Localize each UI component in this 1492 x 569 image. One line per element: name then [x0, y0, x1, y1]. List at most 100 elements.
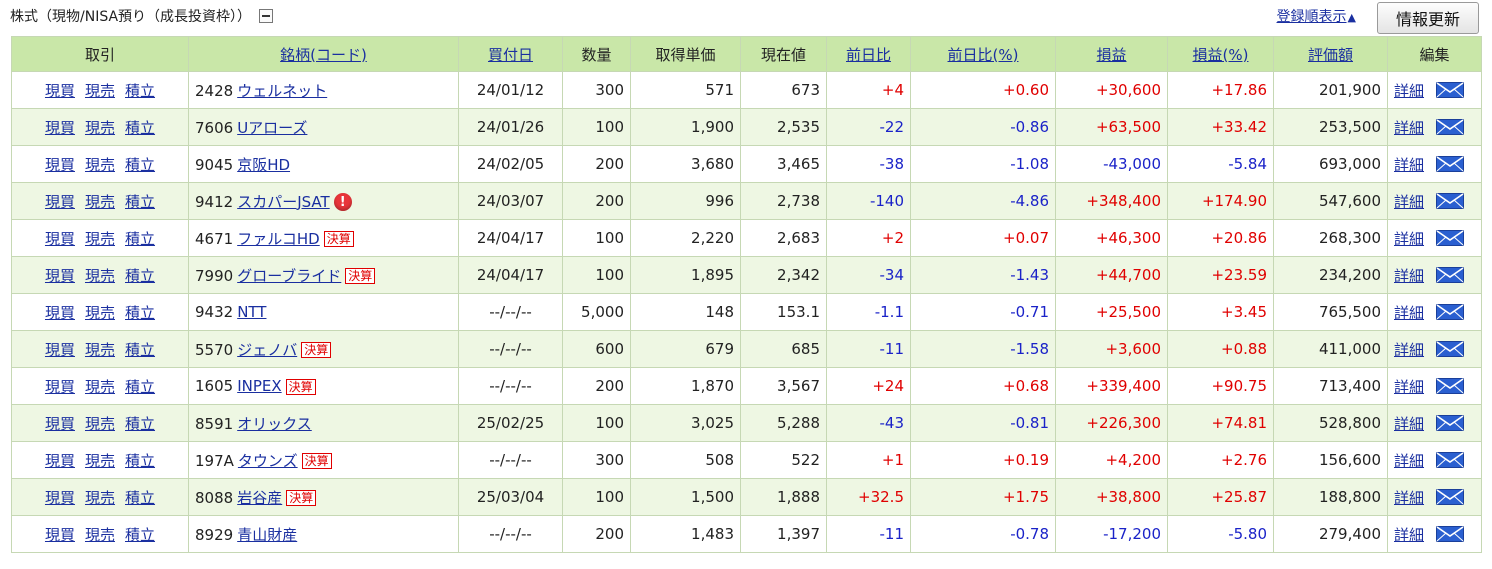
mail-icon[interactable]: [1436, 230, 1465, 246]
accumulate-link[interactable]: 積立: [125, 489, 155, 507]
accumulate-link[interactable]: 積立: [125, 193, 155, 211]
buy-link[interactable]: 現買: [45, 82, 75, 100]
stock-name-link[interactable]: ジェノバ: [237, 341, 297, 359]
detail-link[interactable]: 詳細: [1394, 193, 1424, 211]
detail-link[interactable]: 詳細: [1394, 119, 1424, 137]
sell-link[interactable]: 現売: [85, 452, 115, 470]
column-header-pl[interactable]: 損益: [1055, 36, 1168, 72]
detail-link[interactable]: 詳細: [1394, 156, 1424, 174]
mail-icon[interactable]: [1436, 526, 1465, 542]
detail-link[interactable]: 詳細: [1394, 378, 1424, 396]
stock-name-link[interactable]: Uアローズ: [237, 119, 307, 137]
stock-name-link[interactable]: 岩谷産: [237, 489, 282, 507]
buy-link[interactable]: 現買: [45, 341, 75, 359]
sort-value-link[interactable]: 評価額: [1308, 46, 1353, 64]
accumulate-link[interactable]: 積立: [125, 415, 155, 433]
accumulate-link[interactable]: 積立: [125, 304, 155, 322]
buy-link[interactable]: 現買: [45, 415, 75, 433]
mail-icon[interactable]: [1436, 119, 1465, 135]
sell-link[interactable]: 現売: [85, 230, 115, 248]
earnings-badge[interactable]: 決算: [301, 453, 332, 469]
detail-link[interactable]: 詳細: [1394, 489, 1424, 507]
mail-icon[interactable]: [1436, 378, 1465, 394]
refresh-button[interactable]: 情報更新: [1377, 2, 1479, 34]
accumulate-link[interactable]: 積立: [125, 526, 155, 544]
stock-name-link[interactable]: NTT: [237, 303, 266, 321]
sort-pl_pct-link[interactable]: 損益(%): [1193, 46, 1249, 64]
accumulate-link[interactable]: 積立: [125, 341, 155, 359]
buy-link[interactable]: 現買: [45, 193, 75, 211]
detail-link[interactable]: 詳細: [1394, 267, 1424, 285]
mail-icon[interactable]: [1436, 489, 1465, 505]
stock-name-link[interactable]: タウンズ: [238, 452, 298, 470]
buy-link[interactable]: 現買: [45, 526, 75, 544]
mail-icon[interactable]: [1436, 82, 1465, 98]
buy-link[interactable]: 現買: [45, 156, 75, 174]
detail-link[interactable]: 詳細: [1394, 82, 1424, 100]
detail-link[interactable]: 詳細: [1394, 526, 1424, 544]
detail-link[interactable]: 詳細: [1394, 230, 1424, 248]
earnings-badge[interactable]: 決算: [345, 268, 376, 284]
detail-link[interactable]: 詳細: [1394, 341, 1424, 359]
earnings-badge[interactable]: 決算: [301, 342, 332, 358]
column-header-name[interactable]: 銘柄(コード): [188, 36, 459, 72]
column-header-value[interactable]: 評価額: [1273, 36, 1388, 72]
mail-icon[interactable]: [1436, 156, 1465, 172]
accumulate-link[interactable]: 積立: [125, 230, 155, 248]
sell-link[interactable]: 現売: [85, 341, 115, 359]
stock-name-link[interactable]: 京阪HD: [237, 156, 290, 174]
stock-name-link[interactable]: オリックス: [237, 415, 312, 433]
sort-pl-link[interactable]: 損益: [1096, 46, 1126, 64]
alert-icon[interactable]: !: [333, 193, 352, 211]
sell-link[interactable]: 現売: [85, 156, 115, 174]
sort-chg-link[interactable]: 前日比: [846, 46, 891, 64]
collapse-toggle-button[interactable]: [259, 9, 274, 23]
mail-icon[interactable]: [1436, 267, 1465, 283]
buy-link[interactable]: 現買: [45, 378, 75, 396]
stock-name-link[interactable]: 青山財産: [237, 526, 297, 544]
column-header-chg[interactable]: 前日比: [826, 36, 911, 72]
buy-link[interactable]: 現買: [45, 489, 75, 507]
sell-link[interactable]: 現売: [85, 378, 115, 396]
buy-link[interactable]: 現買: [45, 452, 75, 470]
earnings-badge[interactable]: 決算: [285, 378, 316, 395]
stock-name-link[interactable]: ファルコHD: [237, 230, 320, 248]
column-header-date[interactable]: 買付日: [458, 36, 563, 72]
sell-link[interactable]: 現売: [85, 304, 115, 322]
accumulate-link[interactable]: 積立: [125, 82, 155, 100]
detail-link[interactable]: 詳細: [1394, 452, 1424, 470]
buy-link[interactable]: 現買: [45, 304, 75, 322]
sell-link[interactable]: 現売: [85, 489, 115, 507]
detail-link[interactable]: 詳細: [1394, 304, 1424, 322]
sort-chg_pct-link[interactable]: 前日比(%): [948, 46, 1019, 64]
buy-link[interactable]: 現買: [45, 230, 75, 248]
sell-link[interactable]: 現売: [85, 193, 115, 211]
buy-link[interactable]: 現買: [45, 119, 75, 137]
accumulate-link[interactable]: 積立: [125, 119, 155, 137]
stock-name-link[interactable]: グローブライド: [237, 267, 341, 285]
accumulate-link[interactable]: 積立: [125, 267, 155, 285]
accumulate-link[interactable]: 積立: [125, 378, 155, 396]
mail-icon[interactable]: [1436, 415, 1465, 431]
buy-link[interactable]: 現買: [45, 267, 75, 285]
earnings-badge[interactable]: 決算: [323, 231, 354, 247]
column-header-pl_pct[interactable]: 損益(%): [1167, 36, 1274, 72]
stock-name-link[interactable]: スカパーJSAT: [237, 193, 329, 211]
sort-order-link[interactable]: 登録順表示▲: [1277, 6, 1356, 26]
mail-icon[interactable]: [1436, 341, 1465, 357]
accumulate-link[interactable]: 積立: [125, 452, 155, 470]
stock-name-link[interactable]: ウェルネット: [237, 82, 327, 100]
sell-link[interactable]: 現売: [85, 415, 115, 433]
column-header-chg_pct[interactable]: 前日比(%): [910, 36, 1056, 72]
mail-icon[interactable]: [1436, 304, 1465, 320]
stock-name-link[interactable]: INPEX: [237, 377, 281, 395]
mail-icon[interactable]: [1436, 193, 1465, 209]
sort-date-link[interactable]: 買付日: [488, 46, 533, 64]
earnings-badge[interactable]: 決算: [286, 490, 317, 506]
sell-link[interactable]: 現売: [85, 82, 115, 100]
sell-link[interactable]: 現売: [85, 526, 115, 544]
mail-icon[interactable]: [1436, 452, 1465, 468]
sell-link[interactable]: 現売: [85, 267, 115, 285]
sell-link[interactable]: 現売: [85, 119, 115, 137]
sort-name-link[interactable]: 銘柄(コード): [280, 46, 367, 64]
